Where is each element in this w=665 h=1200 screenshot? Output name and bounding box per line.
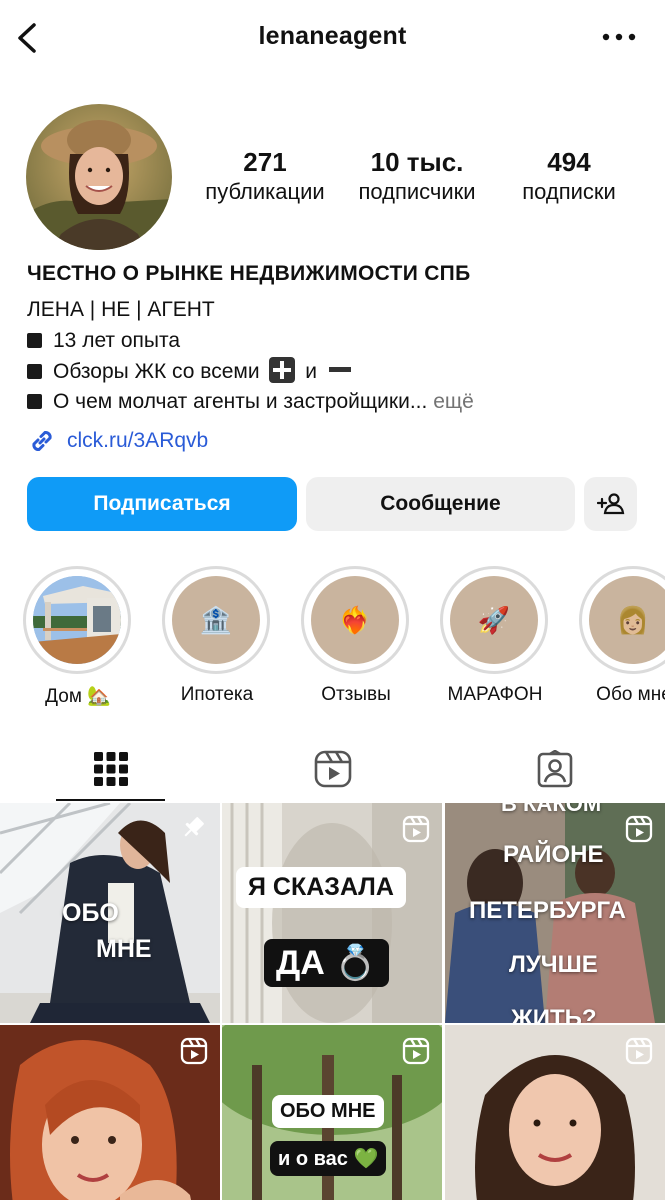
message-button[interactable]: Сообщение xyxy=(306,477,575,531)
bio-link[interactable]: clck.ru/3ARqvb xyxy=(27,425,208,457)
reel-badge-icon xyxy=(625,815,653,843)
post-overlay-text: и о вас 💚 xyxy=(270,1141,387,1176)
reel-badge-icon xyxy=(402,1037,430,1065)
pin-icon xyxy=(184,817,204,837)
tab-reels[interactable] xyxy=(222,735,444,802)
heart-on-fire-icon: ❤️‍🔥 xyxy=(338,604,372,635)
post-tile[interactable]: ОБО МНЕ xyxy=(0,803,220,1023)
bio-line-text: и xyxy=(305,360,317,383)
highlight-cover: 🚀 xyxy=(450,576,538,664)
avatar-photo xyxy=(26,104,172,250)
woman-icon: 👩🏼 xyxy=(616,604,650,635)
tab-tagged[interactable] xyxy=(444,735,665,802)
highlight-dom[interactable]: Дом 🏡 xyxy=(23,566,133,708)
bank-icon: 🏦 xyxy=(199,604,233,635)
post-overlay-text: ДА 💍 xyxy=(264,939,389,987)
post-tile[interactable] xyxy=(0,1025,220,1200)
highlight-ring: 👩🏼 xyxy=(579,566,665,674)
reel-badge-icon xyxy=(180,1037,208,1065)
highlight-cover: 🏦 xyxy=(172,576,260,664)
bio-link-text[interactable]: clck.ru/3ARqvb xyxy=(67,429,208,453)
black-square-icon xyxy=(27,333,42,348)
highlight-label: МАРАФОН xyxy=(447,684,543,705)
black-square-icon xyxy=(27,394,42,409)
post-overlay-text: МНЕ xyxy=(96,935,152,963)
page-title: lenaneagent xyxy=(258,22,407,50)
reel-badge-icon xyxy=(402,815,430,843)
highlight-otzyvy[interactable]: ❤️‍🔥 Отзывы xyxy=(301,566,411,706)
reel-badge-icon xyxy=(625,1037,653,1065)
post-tile[interactable]: Я СКАЗАЛА ДА 💍 xyxy=(222,803,442,1023)
profile-header: lenaneagent xyxy=(0,0,665,78)
minus-icon xyxy=(327,357,353,383)
followers-count[interactable]: 10 тыс. подписчики xyxy=(346,147,488,207)
bio-more-link[interactable]: ещё xyxy=(433,390,474,413)
posts-count-value: 271 xyxy=(243,147,287,177)
post-tile[interactable]: ОБО МНЕ и о вас 💚 xyxy=(222,1025,442,1200)
bio-line-text: Обзоры ЖК со всеми xyxy=(53,360,260,383)
bio-line: 13 лет опыта xyxy=(27,327,180,355)
follow-button[interactable]: Подписаться xyxy=(27,477,297,531)
rocket-icon: 🚀 xyxy=(477,604,511,635)
followers-count-label: подписчики xyxy=(358,179,476,204)
highlight-cover: 👩🏼 xyxy=(589,576,665,664)
bio-line: Обзоры ЖК со всеми и xyxy=(27,357,357,386)
plus-icon xyxy=(269,357,296,383)
post-overlay-text: ЛУЧШЕ xyxy=(509,951,598,978)
highlight-marafon[interactable]: 🚀 МАРАФОН xyxy=(440,566,550,706)
following-count-label: подписки xyxy=(522,179,616,204)
post-overlay-text: ПЕТЕРБУРГА xyxy=(469,897,626,924)
add-user-button[interactable] xyxy=(584,477,637,531)
post-overlay-text: ОБО МНЕ xyxy=(272,1095,384,1128)
post-tile[interactable]: В КАКОМ РАЙОНЕ ПЕТЕРБУРГА ЛУЧШЕ ЖИТЬ? xyxy=(445,803,665,1023)
highlight-cover xyxy=(33,576,121,664)
post-overlay-text: В КАКОМ xyxy=(501,803,602,816)
post-overlay-text: ОБО xyxy=(62,899,119,927)
followers-count-value: 10 тыс. xyxy=(370,147,464,177)
bio-title: ЧЕСТНО О РЫНКЕ НЕДВИЖИМОСТИ СПБ xyxy=(27,262,471,285)
highlight-ring xyxy=(23,566,131,674)
post-overlay-text: ЖИТЬ? xyxy=(511,1005,597,1023)
posts-count[interactable]: 271 публикации xyxy=(196,147,334,207)
highlight-ring: ❤️‍🔥 xyxy=(301,566,409,674)
highlight-label: Отзывы xyxy=(321,684,391,705)
posts-count-label: публикации xyxy=(205,179,325,204)
bio-line: О чем молчат агенты и застройщики... ещё xyxy=(27,388,474,416)
avatar[interactable] xyxy=(26,104,172,250)
active-tab-indicator xyxy=(56,799,165,801)
highlight-ring: 🚀 xyxy=(440,566,548,674)
post-overlay-text: Я СКАЗАЛА xyxy=(236,867,406,908)
grid-icon xyxy=(94,751,128,786)
post-overlay-text: РАЙОНЕ xyxy=(503,841,604,868)
highlight-ipoteka[interactable]: 🏦 Ипотека xyxy=(162,566,272,706)
following-count-value: 494 xyxy=(547,147,591,177)
ellipsis-icon[interactable] xyxy=(601,30,637,44)
highlight-label: Обо мне xyxy=(596,684,665,705)
post-tile[interactable] xyxy=(445,1025,665,1200)
highlight-obo-mne[interactable]: 👩🏼 Обо мне xyxy=(579,566,665,706)
bio-line: ЛЕНА | НЕ | АГЕНТ xyxy=(27,298,215,321)
bio-line-text: О чем молчат агенты и застройщики... xyxy=(53,390,428,413)
link-icon xyxy=(32,431,52,451)
highlight-cover: ❤️‍🔥 xyxy=(311,576,399,664)
add-user-icon xyxy=(596,493,624,515)
highlight-label: Дом 🏡 xyxy=(45,686,111,707)
house-porch-photo xyxy=(33,576,121,664)
black-square-icon xyxy=(27,364,42,379)
highlight-ring: 🏦 xyxy=(162,566,270,674)
reels-icon xyxy=(314,750,352,787)
following-count[interactable]: 494 подписки xyxy=(510,147,628,207)
bio-line-text: 13 лет опыта xyxy=(53,329,181,352)
tab-posts[interactable] xyxy=(0,735,222,802)
highlight-label: Ипотека xyxy=(180,684,254,705)
profile-tabs xyxy=(0,735,665,802)
tagged-icon xyxy=(537,749,573,787)
